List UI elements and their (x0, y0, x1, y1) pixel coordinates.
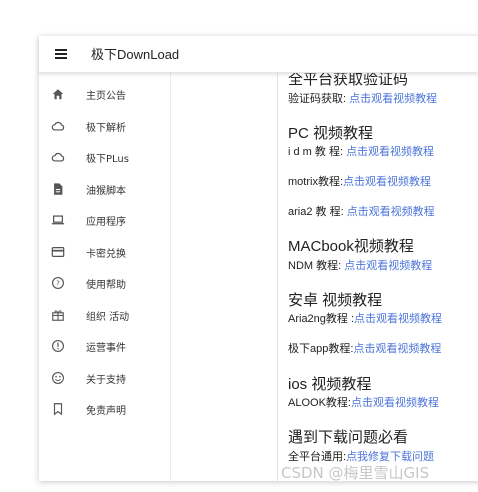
sidebar-item-label: 极下PLus (86, 154, 129, 165)
gift-icon (50, 307, 66, 323)
section-heading-mac: MACbook视频教程 (288, 238, 414, 255)
sidebar-item-card-redeem[interactable]: 卡密兑换 (39, 237, 170, 267)
section-heading-android: 安卓 视频教程 (288, 292, 383, 309)
motrix-row: motrix教程:点击观看视频教程 (288, 173, 431, 189)
laptop-icon (50, 212, 66, 228)
jixia-app-label: 极下app教程: (288, 343, 354, 355)
cloud-icon (50, 149, 66, 165)
content-gutter (171, 73, 277, 481)
captcha-label: 验证码获取: (288, 93, 350, 105)
ndm-row: NDM 教程: 点击观看视频教程 (288, 257, 432, 273)
sidebar-item-label: 组织 活动 (86, 312, 130, 323)
sidebar-item-label: 运营事件 (86, 343, 126, 354)
sidebar-item-parse[interactable]: 极下解析 (39, 111, 170, 141)
idm-row: i d m 教 程: 点击观看视频教程 (288, 143, 434, 159)
aria2-tutorial-link[interactable]: 点击观看视频教程 (347, 206, 435, 218)
section-heading-problems: 遇到下载问题必看 (288, 429, 409, 446)
sidebar-item-plus[interactable]: 极下PLus (39, 142, 170, 172)
sidebar-item-label: 极下解析 (86, 123, 126, 134)
captcha-tutorial-link[interactable]: 点击观看视频教程 (349, 93, 437, 105)
alook-row: ALOOK教程:点击观看视频教程 (288, 394, 439, 410)
sidebar-nav: 主页公告 极下解析 极下PLus 油猴脚本 应用程序 卡密兑换 ? 使用帮助 组… (39, 73, 171, 481)
sidebar-item-label: 应用程序 (86, 217, 126, 228)
idm-label: i d m 教 程: (288, 146, 347, 158)
sidebar-item-events[interactable]: 运营事件 (39, 331, 170, 361)
sidebar-item-disclaimer[interactable]: 免责声明 (39, 394, 170, 424)
menu-icon[interactable] (53, 46, 69, 62)
section-heading-pc: PC 视频教程 (288, 125, 374, 142)
idm-tutorial-link[interactable]: 点击观看视频教程 (346, 146, 434, 158)
sidebar-item-label: 卡密兑换 (86, 249, 126, 260)
aria2ng-row: Aria2ng教程 :点击观看视频教程 (288, 310, 442, 326)
aria2ng-tutorial-link[interactable]: 点击观看视频教程 (354, 313, 442, 325)
app-title: 极下DownLoad (91, 47, 180, 62)
home-icon (50, 86, 66, 102)
csdn-watermark: CSDN @梅里雪山GIS (281, 464, 430, 482)
help-icon: ? (50, 275, 66, 291)
sidebar-item-label: 关于支持 (86, 375, 126, 386)
sidebar-item-label: 免责声明 (86, 406, 126, 417)
sidebar-item-label: 使用帮助 (86, 280, 126, 291)
aria2-row: aria2 教 程: 点击观看视频教程 (288, 203, 435, 219)
sidebar-item-userscript[interactable]: 油猴脚本 (39, 174, 170, 204)
sidebar-item-home[interactable]: 主页公告 (39, 79, 170, 109)
smile-icon (50, 370, 66, 386)
ndm-label: NDM 教程: (288, 260, 345, 272)
motrix-tutorial-link[interactable]: 点击观看视频教程 (343, 176, 431, 188)
bookmark-icon (50, 401, 66, 417)
card-icon (50, 244, 66, 260)
sidebar-item-label: 油猴脚本 (86, 186, 126, 197)
svg-text:?: ? (56, 280, 60, 288)
jixia-app-row: 极下app教程:点击观看视频教程 (288, 340, 441, 356)
document-icon (50, 181, 66, 197)
sidebar-item-activities[interactable]: 组织 活动 (39, 300, 170, 330)
main-content: 全平台获取验证码 验证码获取: 点击观看视频教程 PC 视频教程 i d m 教… (277, 73, 478, 481)
section-heading-ios: ios 视频教程 (288, 376, 372, 393)
sidebar-item-support[interactable]: 关于支持 (39, 363, 170, 393)
sidebar-item-apps[interactable]: 应用程序 (39, 205, 170, 235)
captcha-row: 验证码获取: 点击观看视频教程 (288, 90, 437, 106)
section-heading-captcha: 全平台获取验证码 (288, 73, 409, 88)
alook-tutorial-link[interactable]: 点击观看视频教程 (351, 397, 439, 409)
jixia-app-tutorial-link[interactable]: 点击观看视频教程 (353, 343, 441, 355)
cloud-icon (50, 118, 66, 134)
app-header: 极下DownLoad (39, 36, 478, 73)
sidebar-item-label: 主页公告 (86, 91, 126, 102)
sidebar-item-help[interactable]: ? 使用帮助 (39, 268, 170, 298)
ndm-tutorial-link[interactable]: 点击观看视频教程 (344, 260, 432, 272)
alook-label: ALOOK教程: (288, 397, 351, 409)
aria2-label: aria2 教 程: (288, 206, 347, 218)
info-icon (50, 338, 66, 354)
motrix-label: motrix教程: (288, 176, 343, 188)
aria2ng-label: Aria2ng教程 : (288, 313, 355, 325)
